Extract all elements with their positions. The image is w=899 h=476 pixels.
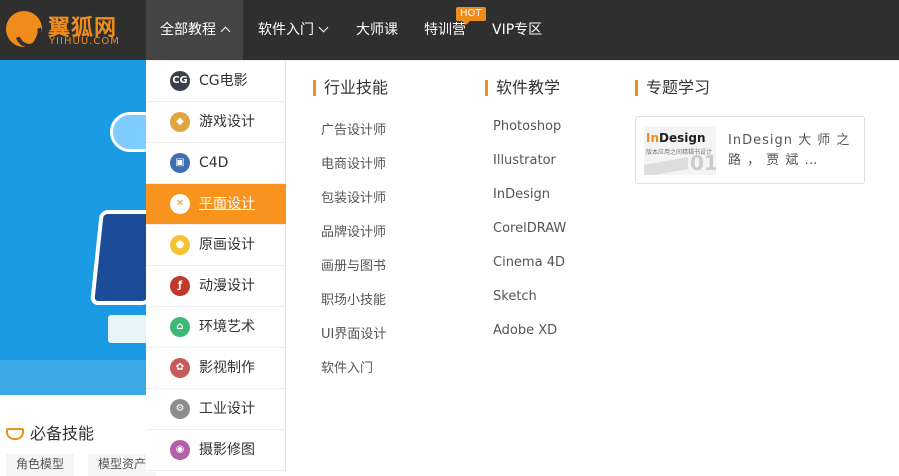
courses-dropdown-menu: CG CG电影 ◆ 游戏设计 ▣ C4D ✕ 平面设计 ● 原画设计 ƒ 动漫设…: [146, 60, 899, 473]
category-label: 影视制作: [199, 360, 255, 376]
category-label: 工业设计: [199, 401, 255, 417]
software-link[interactable]: Adobe XD: [493, 323, 557, 338]
category-label: 平面设计: [199, 196, 255, 212]
software-teaching-title: 软件教学: [485, 80, 560, 96]
banner-graphic: [108, 315, 146, 343]
gear-icon: ⚙: [170, 399, 190, 419]
category-item-game-design[interactable]: ◆ 游戏设计: [146, 102, 286, 143]
category-item-environment-art[interactable]: ⌂ 环境艺术: [146, 307, 286, 348]
camera-icon: ◉: [170, 440, 190, 460]
category-item-film-production[interactable]: ✿ 影视制作: [146, 348, 286, 389]
industry-link[interactable]: 品牌设计师: [321, 221, 386, 240]
chevron-up-icon: [220, 26, 231, 37]
industry-link[interactable]: 广告设计师: [321, 119, 386, 138]
flash-icon: ƒ: [170, 276, 190, 296]
industry-link[interactable]: 画册与图书: [321, 255, 386, 274]
topic-card-title: InDesign 大 师 之 路 ， 贾 斌 …: [728, 133, 851, 168]
topic-learning-title: 专题学习: [635, 80, 710, 96]
cube-icon: ▣: [170, 153, 190, 173]
software-link[interactable]: InDesign: [493, 187, 550, 202]
category-item-animation[interactable]: ƒ 动漫设计: [146, 266, 286, 307]
category-label: 摄影修图: [199, 442, 255, 458]
banner-graphic: [0, 360, 146, 395]
industry-link[interactable]: 软件入门: [321, 357, 373, 376]
hero-banner[interactable]: [0, 60, 146, 395]
thumbnail-number: 01: [690, 151, 716, 175]
category-label: 游戏设计: [199, 114, 255, 130]
logo-name-en: YIIHUU.COM: [49, 36, 120, 47]
top-navigation-bar: 翼狐网 YIIHUU.COM 全部教程 软件入门 大师课 特训营 HOT VIP…: [0, 0, 899, 60]
topic-card-thumbnail: InDesign 版本应用之间精辑书设计 01: [644, 127, 716, 175]
film-reel-icon: ✿: [170, 358, 190, 378]
thumbnail-graphic: [644, 157, 688, 175]
skills-section-title: 必备技能: [6, 420, 94, 444]
hot-badge: HOT: [456, 7, 486, 25]
industry-link[interactable]: UI界面设计: [321, 323, 386, 342]
nav-all-courses-label: 全部教程: [160, 22, 216, 38]
fox-logo-icon: [6, 11, 42, 47]
topic-card[interactable]: InDesign 版本应用之间精辑书设计 01 InDesign 大 师 之 路…: [635, 116, 865, 184]
nav-all-courses[interactable]: 全部教程: [146, 0, 243, 60]
pen-tool-icon: ✕: [170, 194, 190, 214]
chevron-down-icon: [318, 22, 329, 33]
software-link[interactable]: CorelDRAW: [493, 221, 566, 236]
category-label: 动漫设计: [199, 278, 255, 294]
category-item-concept-art[interactable]: ● 原画设计: [146, 225, 286, 266]
category-item-cg-film[interactable]: CG CG电影: [146, 61, 286, 102]
software-link[interactable]: Cinema 4D: [493, 255, 565, 270]
palette-icon: ●: [170, 235, 190, 255]
category-list: CG CG电影 ◆ 游戏设计 ▣ C4D ✕ 平面设计 ● 原画设计 ƒ 动漫设…: [146, 61, 286, 473]
cg-icon: CG: [170, 71, 190, 91]
nav-software-intro-label: 软件入门: [258, 22, 314, 38]
category-item-graphic-design[interactable]: ✕ 平面设计: [146, 184, 286, 225]
nav-software-intro[interactable]: 软件入门: [258, 0, 329, 60]
banner-graphic: [110, 112, 146, 152]
software-link[interactable]: Photoshop: [493, 119, 561, 134]
software-link[interactable]: Sketch: [493, 289, 537, 304]
skills-title-label: 必备技能: [30, 424, 95, 443]
industry-link[interactable]: 包装设计师: [321, 187, 386, 206]
industry-skills-title: 行业技能: [313, 80, 388, 96]
nav-vip[interactable]: VIP专区: [492, 0, 542, 60]
category-label: 环境艺术: [199, 319, 255, 335]
thumbnail-title: InDesign: [646, 131, 706, 145]
gamepad-icon: ◆: [170, 112, 190, 132]
graduation-cap-icon: [6, 428, 24, 440]
nav-master-class[interactable]: 大师课: [356, 0, 398, 60]
category-item-photo-retouch[interactable]: ◉ 摄影修图: [146, 430, 286, 471]
site-logo[interactable]: 翼狐网 YIIHUU.COM: [6, 10, 141, 50]
category-item-industrial-design[interactable]: ⚙ 工业设计: [146, 389, 286, 430]
skill-tag[interactable]: 角色模型: [6, 454, 75, 476]
category-label: CG电影: [199, 73, 248, 89]
category-label: 原画设计: [199, 237, 255, 253]
software-link[interactable]: Illustrator: [493, 153, 556, 168]
category-item-c4d[interactable]: ▣ C4D: [146, 143, 286, 184]
banner-graphic: [90, 210, 146, 305]
category-label: C4D: [199, 155, 229, 171]
house-icon: ⌂: [170, 317, 190, 337]
industry-link[interactable]: 电商设计师: [321, 153, 386, 172]
industry-link[interactable]: 职场小技能: [321, 289, 386, 308]
